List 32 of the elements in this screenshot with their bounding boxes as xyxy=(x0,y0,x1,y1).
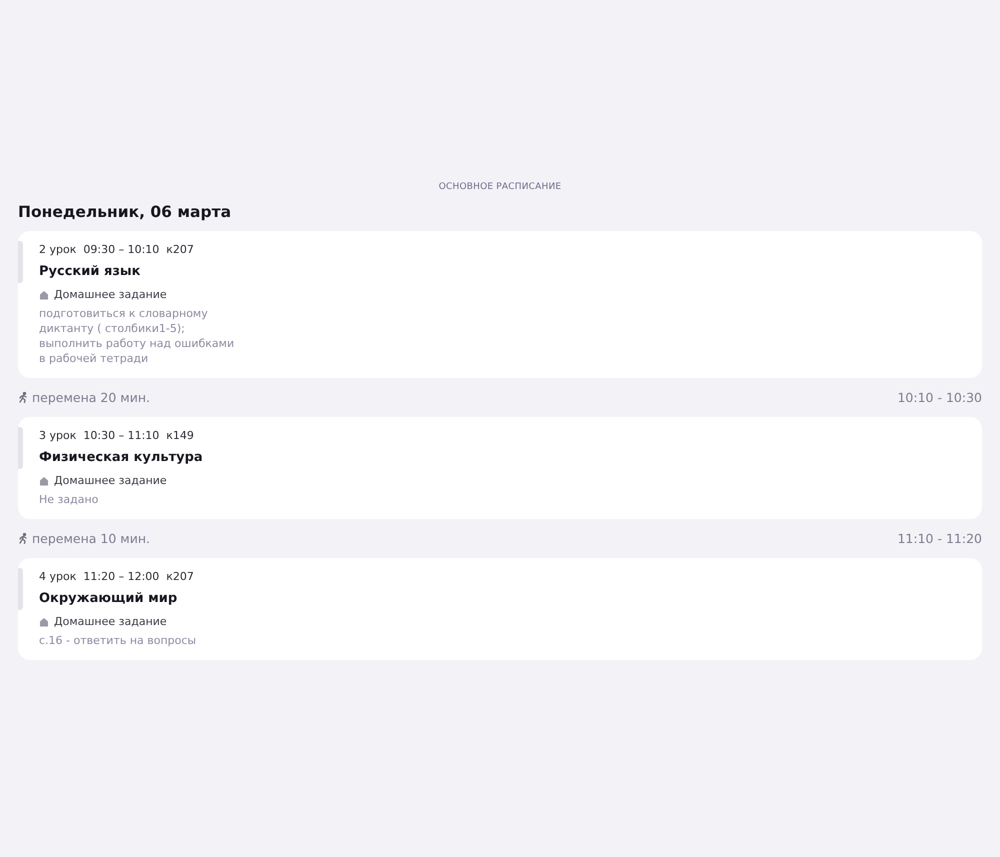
lesson-accent-bar xyxy=(18,427,23,469)
break-label: перемена 10 мин. xyxy=(32,531,150,546)
homework-text: подготовиться к словарному диктанту ( столбики1-5); выполнить работу над ошибками в рабочей тетради xyxy=(39,306,236,366)
subject-title: Физическая культура xyxy=(39,450,204,466)
subject-title: Окружающий мир xyxy=(39,591,178,607)
lesson-room: к207 xyxy=(166,243,194,257)
day-title: Понедельник, 06 марта xyxy=(18,202,232,222)
homework-label: Домашнее задание xyxy=(54,288,167,302)
lesson-time: 09:30 – 10:10 xyxy=(83,243,160,257)
lesson-accent-bar xyxy=(18,568,23,610)
running-person-icon xyxy=(18,533,28,544)
break-time: 11:10 - 11:20 xyxy=(897,531,982,546)
section-label: ОСНОВНОЕ РАСПИСАНИЕ xyxy=(438,181,562,194)
lesson-accent-bar xyxy=(18,241,23,283)
lesson-number: 4 урок xyxy=(39,570,76,584)
lesson-number: 2 урок xyxy=(39,243,76,257)
homework-label: Домашнее задание xyxy=(54,474,167,488)
homework-text: Не задано xyxy=(39,492,100,507)
house-icon xyxy=(39,290,49,300)
running-person-icon xyxy=(18,392,28,403)
lesson-time: 10:30 – 11:10 xyxy=(83,429,160,443)
lesson-time: 11:20 – 12:00 xyxy=(83,570,160,584)
lesson-room: к149 xyxy=(166,429,194,443)
break-label: перемена 20 мин. xyxy=(32,390,150,405)
homework-text: с.16 - ответить на вопросы xyxy=(39,633,198,648)
house-icon xyxy=(39,476,49,486)
subject-title: Русский язык xyxy=(39,264,142,280)
house-icon xyxy=(39,617,49,627)
break-time: 10:10 - 10:30 xyxy=(897,390,982,405)
homework-label: Домашнее задание xyxy=(54,615,167,629)
lesson-room: к207 xyxy=(166,570,194,584)
lesson-number: 3 урок xyxy=(39,429,76,443)
